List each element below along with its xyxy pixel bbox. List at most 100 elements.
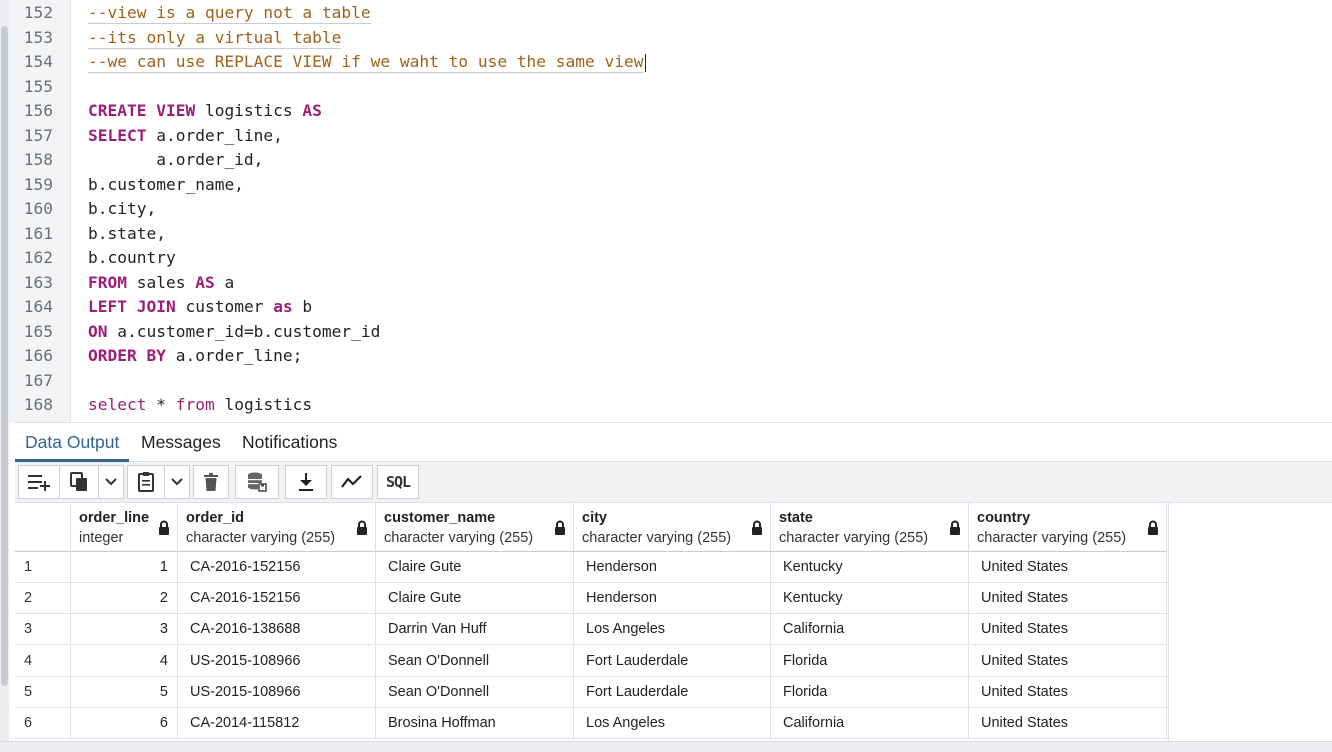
paste-options-dropdown[interactable] [164, 465, 190, 499]
sql-button[interactable]: SQL [377, 465, 419, 499]
cell-city[interactable]: Fort Lauderdale [574, 676, 771, 708]
cell-order-line[interactable]: 2 [71, 583, 178, 615]
code-line[interactable]: 161 b.state, [9, 222, 1332, 247]
code-token: a [214, 272, 235, 292]
paste-button[interactable] [127, 465, 165, 499]
column-type: character varying (255) [977, 530, 1127, 546]
cell-customer-name[interactable]: Claire Gute [376, 552, 574, 583]
delete-button[interactable] [193, 465, 229, 499]
sql-editor[interactable]: 152 --view is a query not a table 153 --its… [9, 0, 1332, 422]
cell-country[interactable]: United States [969, 552, 1167, 583]
tab-data-output[interactable]: Data Output [15, 431, 130, 462]
row-number[interactable]: 4 [15, 645, 71, 677]
sql-keyword: as [273, 297, 293, 316]
table-row[interactable]: 4 4 US-2015-108966 Sean O'Donnell Fort Laude… [15, 645, 1168, 677]
cell-order-line[interactable]: 5 [71, 676, 178, 708]
cell-order-id[interactable]: CA-2016-152156 [178, 552, 376, 583]
row-number-header[interactable] [15, 503, 71, 552]
code-line[interactable]: 164 LEFT JOIN customer as b [9, 295, 1332, 320]
lock-icon [158, 520, 170, 541]
row-number[interactable]: 2 [15, 583, 71, 615]
column-header-country[interactable]: country character varying (255) [969, 503, 1167, 552]
line-number: 164 [23, 297, 53, 316]
cell-country[interactable]: United States [969, 614, 1167, 646]
column-header-customer-name[interactable]: customer_name character varying (255) [376, 503, 574, 552]
line-number: 165 [23, 321, 53, 341]
cell-state[interactable]: Kentucky [771, 583, 969, 615]
column-header-state[interactable]: state character varying (255) [771, 503, 969, 552]
code-line[interactable]: 153 --its only a virtual table [9, 26, 1332, 51]
table-row[interactable]: 3 3 CA-2016-138688 Darrin Van Huff Los Angel… [15, 614, 1168, 646]
cell-country[interactable]: United States [969, 676, 1167, 708]
cell-state[interactable]: California [771, 708, 969, 739]
cell-customer-name[interactable]: Brosina Hoffman [376, 708, 574, 739]
code-line[interactable]: 167 [9, 369, 1332, 394]
cell-order-id[interactable]: US-2015-108966 [178, 676, 376, 708]
code-line[interactable]: 168 select * from logistics [9, 393, 1332, 418]
cell-city[interactable]: Fort Lauderdale [574, 645, 771, 677]
code-line[interactable]: 166 ORDER BY a.order_line; [9, 344, 1332, 369]
cell-country[interactable]: United States [969, 708, 1167, 739]
cell-state[interactable]: Kentucky [771, 552, 969, 583]
cell-order-line[interactable]: 1 [71, 552, 178, 583]
cell-city[interactable]: Los Angeles [574, 708, 771, 739]
cell-order-line[interactable]: 3 [71, 614, 178, 646]
code-line[interactable]: 165 ON a.customer_id=b.customer_id [9, 320, 1332, 345]
cell-country[interactable]: United States [969, 645, 1167, 677]
cell-customer-name[interactable]: Sean O'Donnell [376, 645, 574, 677]
vertical-scrollbar[interactable] [1, 26, 8, 686]
cell-customer-name[interactable]: Sean O'Donnell [376, 676, 574, 708]
cell-state[interactable]: Florida [771, 645, 969, 677]
cell-state[interactable]: Florida [771, 676, 969, 708]
cell-city[interactable]: Henderson [574, 552, 771, 583]
column-header-order-line[interactable]: order_line integer [71, 503, 178, 552]
row-number[interactable]: 3 [15, 614, 71, 646]
code-line[interactable]: 157 SELECT a.order_line, [9, 124, 1332, 149]
code-line[interactable]: 163 FROM sales AS a [9, 271, 1332, 296]
code-line[interactable]: 158 a.order_id, [9, 148, 1332, 173]
cell-state[interactable]: California [771, 614, 969, 646]
row-number[interactable]: 1 [15, 552, 71, 583]
cell-customer-name[interactable]: Claire Gute [376, 583, 574, 615]
sql-keyword: AS [302, 101, 322, 120]
column-header-city[interactable]: city character varying (255) [574, 503, 771, 552]
code-text: CREATE VIEW logistics AS [88, 99, 322, 124]
code-line[interactable]: 162 b.country [9, 246, 1332, 271]
code-line[interactable]: 152 --view is a query not a table [9, 1, 1332, 26]
row-number[interactable]: 6 [15, 708, 71, 739]
code-line[interactable]: 156 CREATE VIEW logistics AS [9, 99, 1332, 124]
cell-country[interactable]: United States [969, 583, 1167, 615]
cell-order-line[interactable]: 4 [71, 645, 178, 677]
code-line[interactable]: 160 b.city, [9, 197, 1332, 222]
row-number[interactable]: 5 [15, 676, 71, 708]
cell-order-id[interactable]: CA-2016-152156 [178, 583, 376, 615]
download-button[interactable] [285, 465, 327, 499]
line-number: 159 [23, 174, 53, 194]
save-data-icon [248, 472, 267, 492]
cell-city[interactable]: Henderson [574, 583, 771, 615]
tab-messages[interactable]: Messages [131, 431, 231, 462]
code-line[interactable]: 155 [9, 75, 1332, 100]
table-row[interactable]: 2 2 CA-2016-152156 Claire Gute Henderson Kent… [15, 583, 1168, 615]
table-row[interactable]: 1 1 CA-2016-152156 Claire Gute Henderson Kent… [15, 552, 1168, 583]
sql-keyword: CREATE VIEW [88, 101, 196, 120]
copy-button[interactable] [59, 465, 99, 499]
save-data-changes-button[interactable] [235, 465, 279, 499]
add-row-button[interactable] [18, 465, 60, 499]
column-header-order-id[interactable]: order_id character varying (255) [178, 503, 376, 552]
code-line[interactable]: 154 --we can use REPLACE VIEW if we waht … [9, 50, 1332, 75]
tab-notifications[interactable]: Notifications [232, 431, 347, 462]
cell-customer-name[interactable]: Darrin Van Huff [376, 614, 574, 646]
copy-options-dropdown[interactable] [98, 465, 124, 499]
code-comment: --we can use REPLACE VIEW if we waht to … [88, 50, 646, 75]
cell-order-id[interactable]: US-2015-108966 [178, 645, 376, 677]
cell-city[interactable]: Los Angeles [574, 614, 771, 646]
code-line[interactable]: 159 b.customer_name, [9, 173, 1332, 198]
cell-order-id[interactable]: CA-2016-138688 [178, 614, 376, 646]
graph-visualiser-button[interactable] [331, 465, 373, 499]
table-row[interactable]: 5 5 US-2015-108966 Sean O'Donnell Fort Laude… [15, 676, 1168, 708]
table-row[interactable]: 6 6 CA-2014-115812 Brosina Hoffman Los Angel… [15, 708, 1168, 739]
cell-order-id[interactable]: CA-2014-115812 [178, 708, 376, 739]
line-number: 168 [23, 395, 53, 414]
cell-order-line[interactable]: 6 [71, 708, 178, 739]
